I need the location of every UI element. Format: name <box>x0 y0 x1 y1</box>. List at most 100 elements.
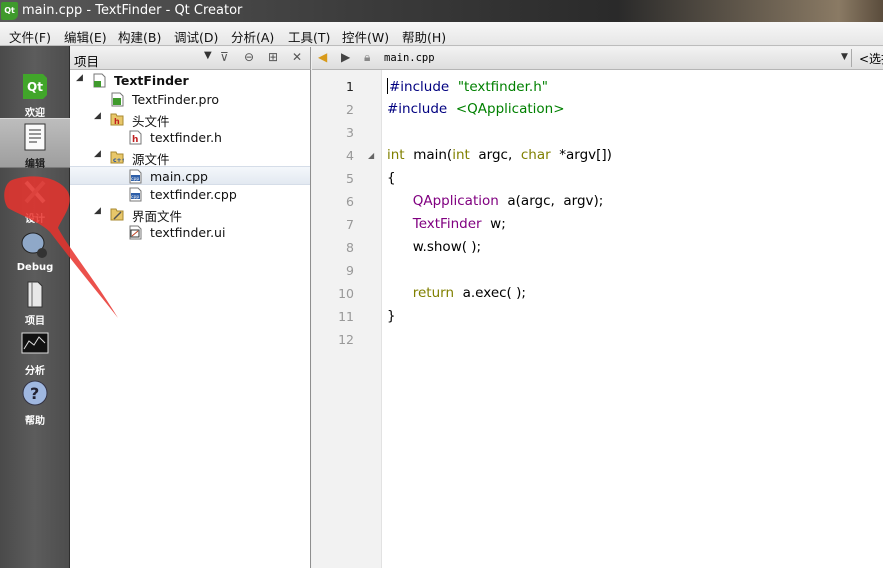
mode-design-button[interactable]: 设计 <box>0 174 70 225</box>
code-editor[interactable]: #include "textfinder.h" #include <QApplic… <box>382 70 883 568</box>
code-token: return <box>412 285 455 301</box>
menu-bar: 文件(F) 编辑(E) 构建(B) 调试(D) 分析(A) 工具(T) 控件(W) 帮助(H) <box>0 22 883 46</box>
mode-projects-button[interactable]: 项目 <box>0 276 70 327</box>
back-arrow-icon[interactable]: ◀ <box>318 50 327 64</box>
svg-text:c++: c++ <box>113 157 124 164</box>
source-folder-icon: c++ <box>110 149 127 164</box>
mode-analyze-button[interactable]: 分析 <box>0 326 70 377</box>
tree-item[interactable]: cpp main.cpp <box>70 166 310 185</box>
line-number: 8 <box>346 240 354 255</box>
text-cursor <box>387 78 388 94</box>
line-number-gutter: 1 2 3 4 ◢ 5 6 7 8 9 10 11 12 <box>312 70 382 568</box>
mode-label: 项目 <box>25 316 45 327</box>
code-token: { <box>387 170 396 186</box>
line-number: 2 <box>346 102 354 117</box>
qt-logo-icon: Qt <box>1 2 18 20</box>
menu-item-7[interactable]: 帮助(H) <box>402 27 446 46</box>
line-number: 7 <box>346 217 354 232</box>
code-token: a.exec( ); <box>454 285 526 301</box>
svg-text:h: h <box>114 117 120 126</box>
expand-arrow-icon[interactable]: ◢ <box>94 206 101 216</box>
tree-item[interactable]: ◢ 界面文件 <box>70 204 310 224</box>
menu-item-4[interactable]: 分析(A) <box>231 27 274 46</box>
mode-debug-button[interactable]: Debug <box>0 226 70 276</box>
mode-label: 分析 <box>25 366 45 377</box>
close-icon[interactable]: ✕ <box>292 50 302 64</box>
menu-item-6[interactable]: 控件(W) <box>342 27 389 46</box>
project-tree: ◢ TextFinder TextFinder.pro ◢ h 头文件 h textfinde… <box>70 70 311 568</box>
bug-icon <box>21 229 49 259</box>
tree-item[interactable]: ◢ TextFinder <box>70 71 310 90</box>
fold-marker-icon[interactable]: ◢ <box>368 151 374 160</box>
mode-edit-button[interactable]: 编辑 <box>0 118 70 170</box>
code-token: "textfinder.h" <box>457 79 548 95</box>
document-icon <box>21 122 49 152</box>
code-token: a(argc, argv); <box>498 193 604 209</box>
forward-arrow-icon[interactable]: ▶ <box>341 50 350 64</box>
mode-label: 帮助 <box>25 416 45 427</box>
split-icon[interactable]: ⊞ <box>268 50 278 64</box>
code-line: TextFinder w; <box>387 216 506 232</box>
view-selector-chevron-down-icon[interactable]: ▼ <box>204 50 212 61</box>
code-token: #include <box>387 101 448 117</box>
svg-text:Qt: Qt <box>27 80 43 94</box>
filter-icon[interactable]: ⊽ <box>220 50 229 64</box>
menu-item-0[interactable]: 文件(F) <box>9 27 51 46</box>
menu-item-3[interactable]: 调试(D) <box>174 27 218 46</box>
project-panel-header: 项目 ▼ ⊽ ⊖ ⊞ ✕ <box>70 47 311 70</box>
ui-file-icon <box>128 225 142 240</box>
link-with-editor-icon[interactable]: ⊖ <box>244 50 254 64</box>
design-tools-icon <box>21 177 49 207</box>
svg-text:h: h <box>132 135 138 145</box>
expand-arrow-icon[interactable]: ◢ <box>76 73 83 83</box>
expand-arrow-icon[interactable]: ◢ <box>94 111 101 121</box>
code-token: int <box>387 147 405 163</box>
tree-item[interactable]: h textfinder.h <box>70 128 310 147</box>
folder-icon <box>21 279 49 309</box>
cpp-file-icon: cpp <box>128 187 142 202</box>
line-number: 11 <box>338 309 354 324</box>
svg-text:cpp: cpp <box>131 177 139 182</box>
menu-item-2[interactable]: 构建(B) <box>118 27 161 46</box>
menu-item-5[interactable]: 工具(T) <box>288 27 330 46</box>
menu-item-1[interactable]: 编辑(E) <box>64 27 107 46</box>
divider <box>851 49 852 67</box>
line-number: 12 <box>338 332 354 347</box>
lock-icon: 🔒︎ <box>364 50 371 64</box>
code-token: #include <box>389 79 450 95</box>
line-number: 6 <box>346 194 354 209</box>
svg-text:?: ? <box>30 384 39 403</box>
cpp-file-icon: cpp <box>128 169 142 184</box>
code-token: main( <box>404 147 453 163</box>
code-line: int main(int argc, char *argv[]) <box>387 147 612 163</box>
line-number: 1 <box>346 79 354 94</box>
tree-item-label: TextFinder <box>114 73 189 88</box>
code-line: return a.exec( ); <box>387 285 526 301</box>
code-token: <QApplication> <box>455 101 565 117</box>
svg-text:cpp: cpp <box>131 195 139 200</box>
open-documents-combo[interactable]: main.cpp <box>384 52 435 64</box>
mode-welcome-button[interactable]: Qt 欢迎 <box>0 68 70 119</box>
symbol-selector[interactable]: <选择符号> <box>859 50 883 67</box>
project-panel-title: 项目 <box>74 54 100 69</box>
tree-item[interactable]: TextFinder.pro <box>70 90 310 109</box>
tree-item[interactable]: textfinder.ui <box>70 223 310 242</box>
line-number: 3 <box>346 125 354 140</box>
tree-item[interactable]: ◢c++源文件 <box>70 147 310 167</box>
chevron-down-icon[interactable]: ▼ <box>841 52 848 62</box>
header-file-icon: h <box>128 130 142 145</box>
code-token: argc, <box>469 147 521 163</box>
window-title: main.cpp - TextFinder - Qt Creator <box>22 3 243 18</box>
mode-help-button[interactable]: ? 帮助 <box>0 376 70 427</box>
mode-label: 欢迎 <box>25 108 45 119</box>
help-icon: ? <box>21 379 49 409</box>
tree-item-label: TextFinder.pro <box>132 92 219 107</box>
expand-arrow-icon[interactable]: ◢ <box>94 149 101 159</box>
code-token: w; <box>481 216 506 232</box>
code-token: char <box>520 147 551 163</box>
tree-item[interactable]: ◢ h 头文件 <box>70 109 310 129</box>
tree-item[interactable]: cpp textfinder.cpp <box>70 185 310 204</box>
tree-item-label: main.cpp <box>150 169 208 184</box>
